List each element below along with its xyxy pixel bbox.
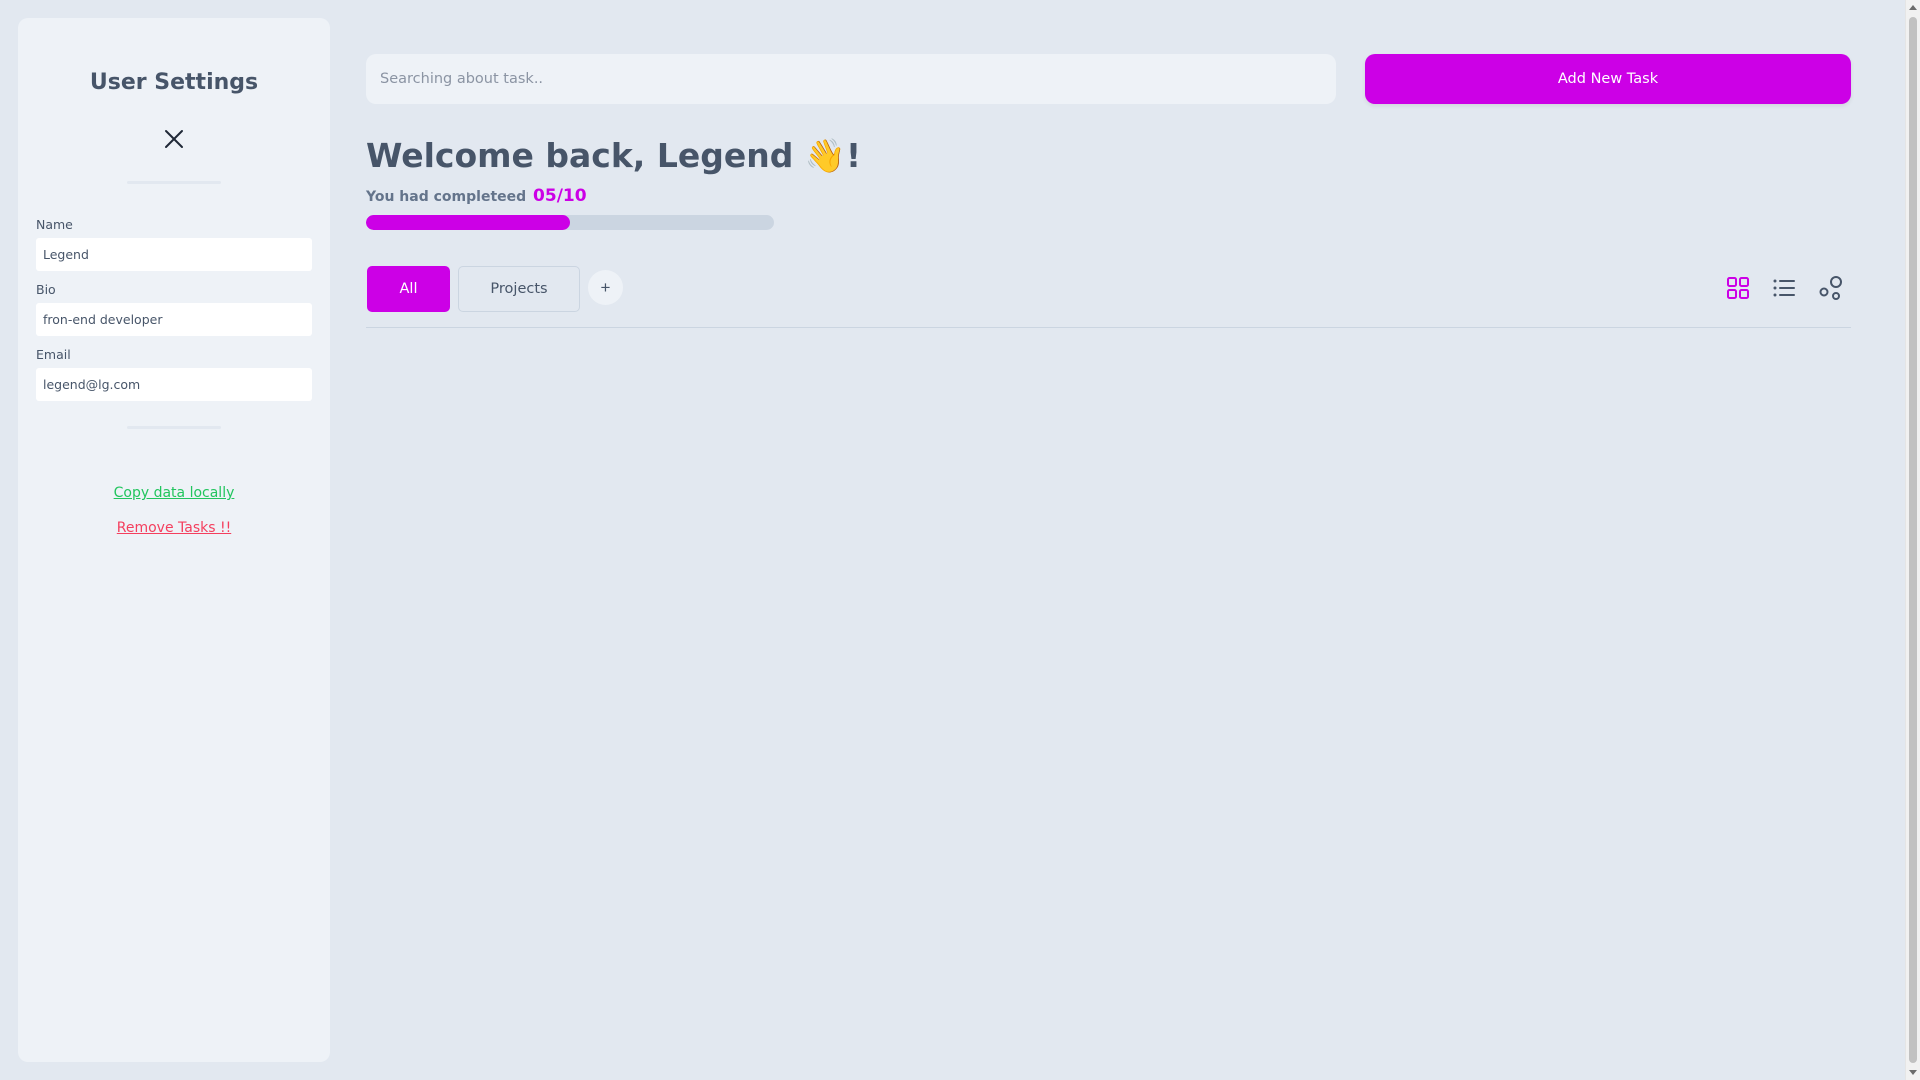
scroll-up-icon[interactable]: [1909, 5, 1917, 10]
user-settings-sidebar: User Settings Name Bio Email Copy data l…: [18, 18, 330, 1062]
welcome-heading: Welcome back, Legend 👋!: [366, 136, 861, 176]
email-field-group: Email: [36, 347, 312, 401]
completed-summary: You had completeed 05/10: [366, 186, 587, 206]
tab-all[interactable]: All: [367, 266, 450, 312]
name-input[interactable]: [36, 238, 312, 271]
completed-label: You had completeed: [366, 189, 527, 205]
sidebar-title: User Settings: [89, 70, 259, 95]
divider: [127, 426, 221, 429]
add-new-task-button[interactable]: Add New Task: [1365, 54, 1851, 104]
add-category-button[interactable]: +: [588, 270, 623, 305]
email-label: Email: [36, 347, 71, 362]
completed-count: 05/10: [533, 186, 587, 206]
welcome-exclaim: !: [845, 136, 862, 175]
grid-view-icon[interactable]: [1724, 274, 1752, 302]
divider: [127, 181, 221, 184]
progress-bar-fill: [366, 215, 570, 230]
scroll-down-icon[interactable]: [1909, 1070, 1917, 1075]
bio-input[interactable]: [36, 303, 312, 336]
waving-hand-icon: 👋: [804, 136, 846, 175]
welcome-greeting: Welcome back, Legend: [366, 136, 805, 175]
remove-tasks-link[interactable]: Remove Tasks !!: [18, 520, 330, 536]
list-view-icon[interactable]: [1770, 274, 1798, 302]
email-input[interactable]: [36, 368, 312, 401]
bio-label: Bio: [36, 282, 56, 297]
page-scrollbar[interactable]: [1905, 0, 1920, 1080]
bio-field-group: Bio: [36, 282, 312, 336]
tab-projects[interactable]: Projects: [458, 266, 580, 312]
scrollbar-thumb[interactable]: [1909, 17, 1917, 1063]
progress-bar: [366, 215, 774, 230]
close-icon[interactable]: [163, 128, 185, 150]
tabs-divider: [366, 327, 1851, 328]
name-label: Name: [36, 217, 73, 232]
name-field-group: Name: [36, 217, 312, 271]
theme-shapes-icon[interactable]: [1817, 274, 1845, 302]
search-input[interactable]: [366, 54, 1336, 104]
copy-data-link[interactable]: Copy data locally: [18, 485, 330, 501]
